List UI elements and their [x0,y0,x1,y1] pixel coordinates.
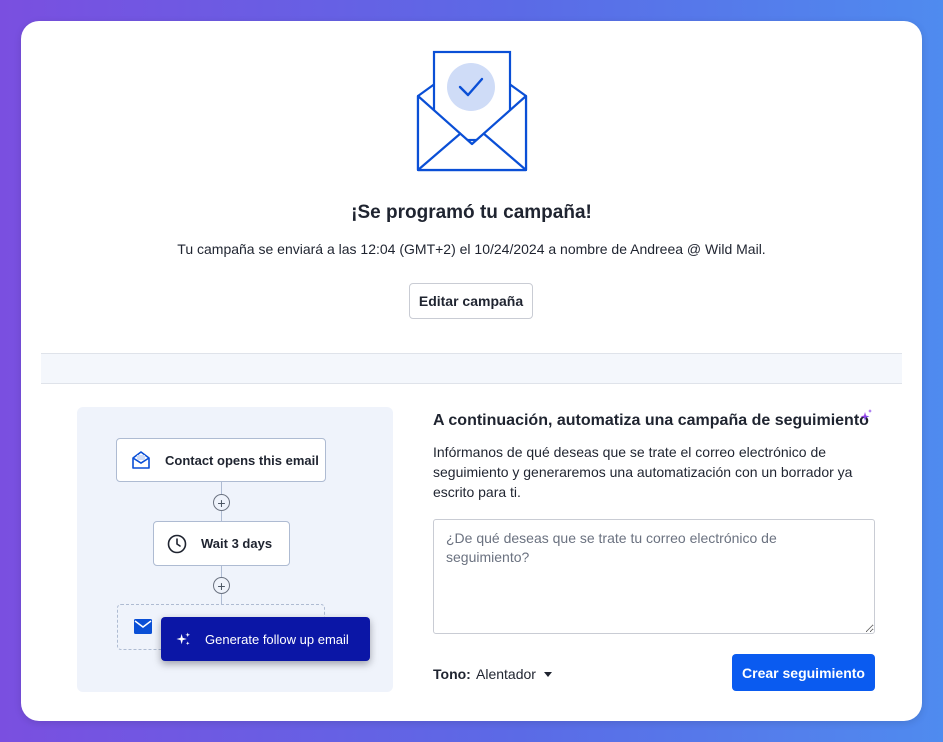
flow-wait-node: Wait 3 days [153,521,290,566]
generate-follow-up-button[interactable]: Generate follow up email [161,617,370,661]
chevron-down-icon [543,671,552,677]
schedule-description: Tu campaña se enviará a las 12:04 (GMT+2… [177,241,766,257]
generate-follow-up-label: Generate follow up email [205,631,349,647]
flow-trigger-node: Contact opens this email [116,438,326,482]
automate-description: Infórmanos de qué deseas que se trate el… [433,444,853,500]
edit-campaign-button[interactable]: Editar campaña [409,283,533,319]
add-step-icon[interactable]: + [213,577,230,594]
envelope-check-icon [416,50,528,172]
tone-value: Alentador [476,666,536,682]
tone-dropdown[interactable]: Alentador [476,666,552,682]
section-divider [41,353,902,384]
sparkle-icon [860,409,872,421]
tone-label: Tono: [433,666,471,682]
create-follow-up-button[interactable]: Crear seguimiento [732,654,875,691]
envelope-icon [134,619,152,634]
flow-trigger-label: Contact opens this email [165,452,319,468]
clock-icon [167,534,187,553]
add-step-icon[interactable]: + [213,494,230,511]
confirmation-card: ¡Se programó tu campaña! Tu campaña se e… [21,21,922,721]
follow-up-prompt-input[interactable] [433,519,875,634]
flow-wait-label: Wait 3 days [201,536,273,551]
envelope-open-icon [132,451,150,469]
automation-flow-preview: Contact opens this email + Wait 3 days + [77,407,393,692]
page-title: ¡Se programó tu campaña! [351,202,592,223]
automate-title: A continuación, automatiza una campaña d… [433,412,869,429]
sparkles-icon [176,631,191,645]
